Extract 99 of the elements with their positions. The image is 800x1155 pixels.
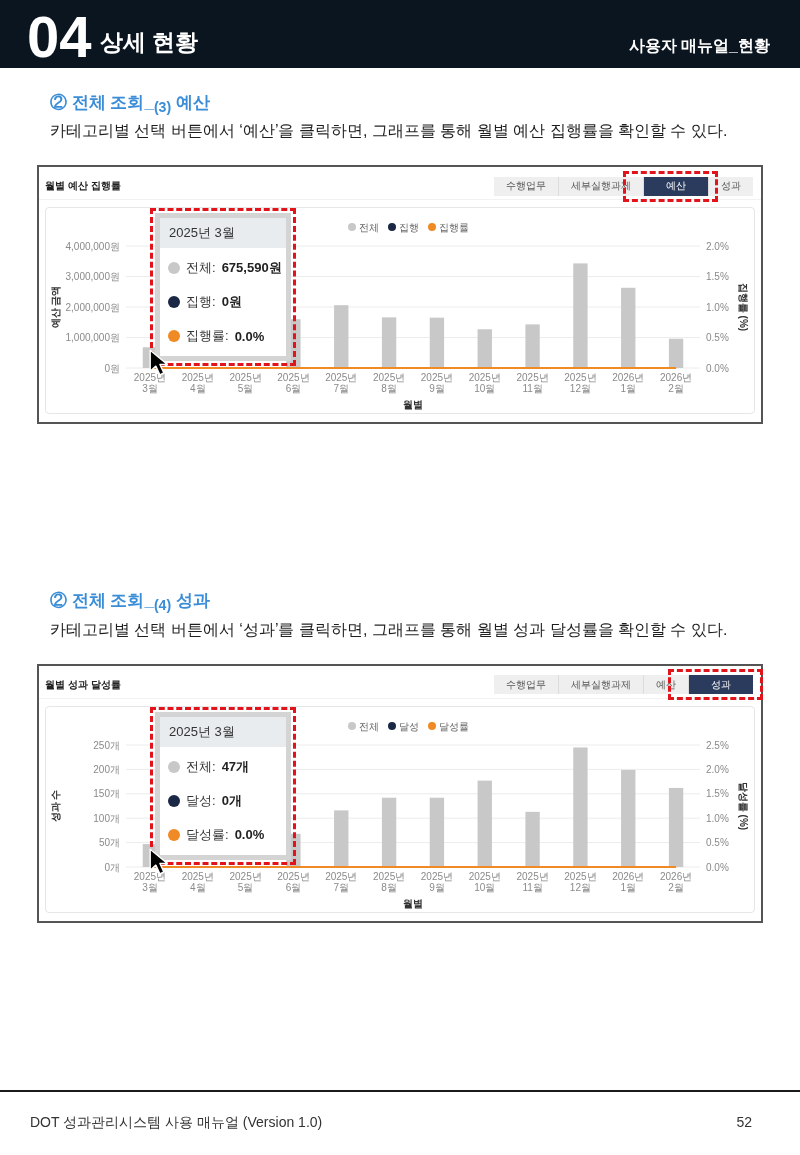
axis-tick-label: 50개: [98, 836, 120, 848]
tooltip-value: 47개: [221, 757, 250, 776]
axis-tick-label: 250개: [93, 739, 120, 751]
chart-bar: [334, 810, 349, 867]
axis-tick-label: 2025년 5월: [229, 870, 262, 893]
axis-tick-label: 0.0%: [706, 362, 729, 374]
axis-tick-label: 2025년 9월: [420, 372, 454, 395]
axis-tick-label: 0개: [104, 861, 120, 873]
axis-tick-label: 2025년 11월: [516, 870, 549, 893]
tooltip-value: 0.0%: [234, 328, 265, 344]
axis-title: 월별: [403, 897, 423, 909]
axis-title: 월별: [403, 399, 423, 411]
tooltip-label: 달성:: [186, 791, 216, 810]
axis-tick-label: 2026년 1월: [612, 870, 645, 893]
category-tab[interactable]: 성과: [688, 675, 753, 695]
chapter-number: 04: [27, 8, 92, 66]
axis-title: 성과 수: [50, 789, 61, 823]
legend-label: 전체: [359, 222, 379, 234]
chart-bar: [429, 318, 445, 369]
axis-tick-label: 2026년 1월: [612, 372, 645, 395]
category-tab[interactable]: 예산: [643, 176, 708, 196]
axis-tick-label: 2025년 5월: [229, 372, 262, 395]
chapter-title: 상세 현황: [99, 28, 198, 57]
tooltip-value: 0.0%: [234, 827, 265, 843]
tooltip-label: 전체:: [186, 757, 216, 776]
axis-tick-label: 2025년 10월: [468, 870, 501, 893]
tooltip-title: 2025년 3월: [160, 218, 286, 249]
axis-tick-label: 0.5%: [706, 836, 729, 848]
category-tab[interactable]: 수행업무: [494, 176, 558, 196]
axis-tick-label: 3,000,000원: [65, 271, 120, 283]
tooltip-title: 2025년 3월: [160, 716, 286, 747]
axis-tick-label: 2025년 8월: [372, 870, 406, 893]
axis-tick-label: 1.5%: [706, 271, 729, 283]
axis-title: 달성률 (%): [738, 781, 749, 830]
axis-tick-label: 2026년 2월: [659, 870, 693, 893]
page-number: 52: [736, 1114, 752, 1132]
axis-tick-label: 2025년 7월: [325, 870, 358, 893]
document-label: 사용자 매뉴얼_현황: [628, 36, 770, 56]
tooltip-value: 0개: [221, 791, 242, 810]
section-heading: ② 전체 조회_$_{(3)}$ 예산: [49, 92, 211, 118]
axis-title: 예산 금액: [50, 286, 61, 329]
axis-tick-label: 2025년 12월: [564, 372, 597, 395]
tooltip-label: 달성률:: [186, 825, 229, 844]
chart-title: 월별 성과 달성률: [45, 677, 121, 692]
axis-tick-label: 2025년 8월: [372, 372, 406, 395]
category-tab[interactable]: 성과: [708, 176, 753, 196]
axis-tick-label: 2025년 10월: [468, 372, 501, 395]
category-tab[interactable]: 세부실행과제: [558, 675, 643, 695]
chart-bar: [525, 324, 540, 369]
axis-tick-label: 0.0%: [706, 861, 729, 873]
tooltip-value: 675,590원: [221, 259, 282, 278]
category-tab[interactable]: 수행업무: [494, 675, 558, 695]
axis-tick-label: 2025년 3월: [133, 372, 167, 395]
axis-tick-label: 0원: [104, 362, 120, 374]
axis-tick-label: 2.0%: [706, 763, 729, 775]
axis-tick-label: 150개: [93, 788, 120, 800]
axis-tick-label: 1.0%: [706, 812, 729, 824]
axis-tick-label: 2025년 12월: [564, 870, 597, 893]
axis-tick-label: 100개: [93, 812, 120, 824]
chart-bar: [668, 339, 684, 369]
axis-tick-label: 2025년 4월: [181, 372, 214, 395]
chart-bar: [525, 811, 540, 867]
axis-tick-label: 200개: [93, 763, 120, 775]
axis-tick-label: 4,000,000원: [65, 240, 120, 252]
axis-tick-label: 2025년 11월: [516, 372, 549, 395]
axis-tick-label: 2.0%: [706, 240, 729, 252]
axis-tick-label: 2025년 6월: [277, 372, 310, 395]
section-heading: ② 전체 조회_$_{(4)}$ 성과: [49, 590, 211, 616]
chart-bar: [477, 329, 492, 369]
section-description: 카테고리별 선택 버튼에서 ‘성과’를 클릭하면, 그래프를 통해 월별 성과 달성률을 확인할 수 있다.: [49, 619, 729, 640]
tooltip-label: 집행:: [186, 293, 216, 312]
axis-tick-label: 1.0%: [706, 301, 729, 313]
axis-tick-label: 2025년 7월: [325, 372, 358, 395]
chart-bar: [429, 797, 445, 867]
axis-tick-label: 1.5%: [706, 788, 729, 800]
axis-tick-label: 2.5%: [706, 739, 729, 751]
footer-text: DOT 성과관리시스템 사용 매뉴얼 (Version 1.0): [30, 1114, 323, 1132]
chart-bar: [381, 317, 397, 369]
chart-bar: [334, 305, 349, 369]
tooltip-value: 0원: [221, 293, 242, 312]
tooltip-label: 집행률:: [186, 327, 229, 346]
axis-tick-label: 2025년 9월: [420, 870, 454, 893]
chart-title: 월별 예산 집행률: [45, 179, 121, 194]
axis-tick-label: 2025년 4월: [181, 870, 214, 893]
axis-tick-label: 2026년 2월: [659, 372, 693, 395]
axis-tick-label: 1,000,000원: [65, 332, 120, 344]
chart-bar: [381, 797, 397, 867]
legend-label: 집행: [399, 222, 419, 234]
tooltip-label: 전체:: [186, 259, 216, 278]
axis-tick-label: 2025년 3월: [133, 870, 167, 893]
axis-tick-label: 0.5%: [706, 332, 729, 344]
axis-tick-label: 2,000,000원: [65, 301, 120, 313]
legend-label: 달성: [399, 720, 419, 732]
axis-title: 집행률 (%): [738, 283, 749, 332]
legend-label: 달성률: [439, 720, 469, 732]
axis-tick-label: 2025년 6월: [277, 870, 310, 893]
legend-label: 전체: [359, 720, 379, 732]
section-description: 카테고리별 선택 버튼에서 ‘예산’을 클릭하면, 그래프를 통해 월별 예산 집행률을 확인할 수 있다.: [49, 121, 729, 142]
legend-label: 집행률: [439, 222, 469, 234]
